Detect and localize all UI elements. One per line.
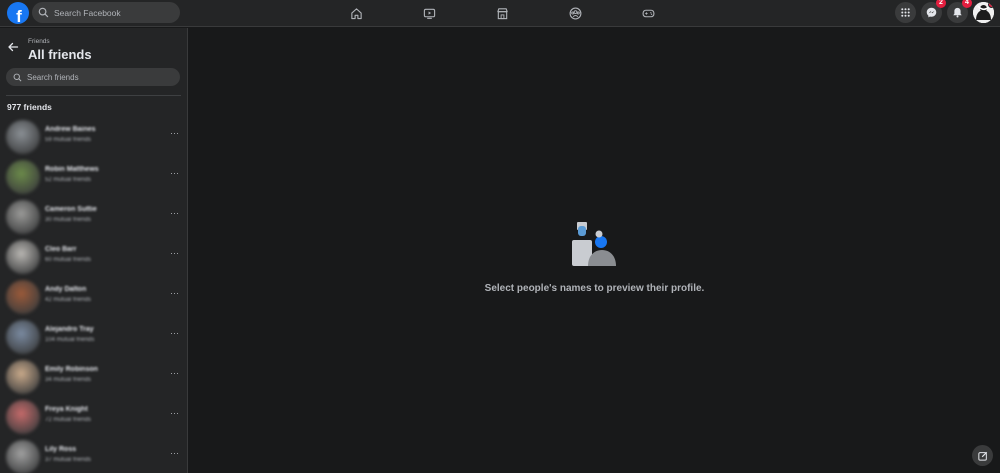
friend-mutual-count: 37 mutual friends — [45, 457, 92, 463]
compose-icon — [977, 451, 987, 461]
messenger-button[interactable]: 2 — [921, 0, 946, 23]
friend-name[interactable]: Freya Knight — [45, 406, 88, 413]
marketplace-icon — [497, 8, 508, 20]
friend-mutual-count: 34 mutual friends — [45, 377, 92, 383]
friend-mutual-count: 42 mutual friends — [45, 297, 92, 303]
friend-name[interactable]: Emily Robinson — [45, 366, 98, 373]
nav-watch[interactable] — [393, 0, 466, 27]
friend-avatar[interactable] — [6, 360, 40, 394]
friends-search-bar[interactable] — [6, 68, 180, 86]
account-avatar[interactable] — [973, 2, 994, 23]
friend-mutual-count: 30 mutual friends — [45, 217, 92, 223]
home-icon — [351, 8, 362, 20]
friend-mutual-count: 104 mutual friends — [45, 337, 95, 343]
friend-list-item[interactable]: Freya Knight 72 mutual friends ··· — [0, 397, 187, 437]
notifications-badge: 4 — [962, 0, 972, 8]
account-alert-dot — [988, 2, 994, 8]
more-options-icon[interactable]: ··· — [170, 448, 179, 458]
grid-menu-icon — [901, 8, 910, 17]
nav-groups[interactable] — [539, 0, 612, 27]
friend-mutual-count: 60 mutual friends — [45, 257, 92, 263]
messenger-icon — [926, 7, 937, 18]
friend-name[interactable]: Alejandro Tray — [45, 326, 94, 333]
friend-name[interactable]: Robin Matthews — [45, 166, 99, 173]
friend-list-item[interactable]: Robin Matthews 52 mutual friends ··· — [0, 157, 187, 197]
more-options-icon[interactable]: ··· — [170, 248, 179, 258]
search-icon — [13, 73, 22, 81]
friend-avatar[interactable] — [6, 160, 40, 194]
friends-search-input[interactable] — [27, 72, 177, 82]
friend-mutual-count: 72 mutual friends — [45, 417, 92, 423]
more-options-icon[interactable]: ··· — [170, 328, 179, 338]
friend-list-item[interactable]: Emily Robinson 34 mutual friends ··· — [0, 357, 187, 397]
friend-mutual-count: 52 mutual friends — [45, 177, 92, 183]
friend-avatar[interactable] — [6, 200, 40, 234]
friend-avatar[interactable] — [6, 320, 40, 354]
friends-count: 977 friends — [7, 102, 52, 112]
friend-list-item[interactable]: Andy Dalton 42 mutual friends ··· — [0, 277, 187, 317]
more-options-icon[interactable]: ··· — [170, 128, 179, 138]
account-controls: 2 4 — [895, 0, 994, 23]
select-friend-illustration — [572, 222, 616, 266]
main-navigation — [320, 0, 685, 27]
bell-icon — [953, 7, 962, 18]
more-options-icon[interactable]: ··· — [170, 168, 179, 178]
friend-name[interactable]: Andrew Baines — [45, 126, 96, 133]
friends-sidebar: Friends All friends 977 friends Andrew B… — [0, 28, 188, 473]
nav-home[interactable] — [320, 0, 393, 27]
facebook-logo[interactable]: f — [7, 2, 29, 24]
nav-marketplace[interactable] — [466, 0, 539, 27]
friend-list-item[interactable]: Cleo Barr 60 mutual friends ··· — [0, 237, 187, 277]
more-options-icon[interactable]: ··· — [170, 408, 179, 418]
more-options-icon[interactable]: ··· — [170, 208, 179, 218]
top-navigation-bar: f 2 — [0, 0, 1000, 27]
facebook-search-input[interactable] — [54, 7, 174, 18]
preview-prompt: Select people's names to preview their p… — [484, 283, 705, 294]
friend-avatar[interactable] — [6, 120, 40, 154]
friend-list-item[interactable]: Andrew Baines 59 mutual friends ··· — [0, 117, 187, 157]
more-options-icon[interactable]: ··· — [170, 368, 179, 378]
friend-name[interactable]: Cleo Barr — [45, 246, 77, 253]
page-title: All friends — [28, 47, 92, 62]
friend-avatar[interactable] — [6, 280, 40, 314]
divider — [6, 95, 181, 96]
friend-avatar[interactable] — [6, 240, 40, 274]
friend-avatar[interactable] — [6, 400, 40, 434]
friend-mutual-count: 59 mutual friends — [45, 137, 92, 143]
friend-avatar[interactable] — [6, 440, 40, 473]
more-options-icon[interactable]: ··· — [170, 288, 179, 298]
nav-gaming[interactable] — [612, 0, 685, 27]
groups-icon — [569, 7, 582, 20]
watch-icon — [423, 8, 436, 19]
search-icon — [38, 7, 49, 18]
notifications-button[interactable]: 4 — [947, 0, 972, 23]
friend-name[interactable]: Andy Dalton — [45, 286, 86, 293]
friend-name[interactable]: Lily Ross — [45, 446, 76, 453]
friends-list: Andrew Baines 59 mutual friends ··· Robin M… — [0, 117, 187, 473]
messenger-badge: 2 — [936, 0, 946, 8]
friend-list-item[interactable]: Lily Ross 37 mutual friends ··· — [0, 437, 187, 473]
facebook-search-bar[interactable] — [32, 2, 180, 23]
friend-list-item[interactable]: Alejandro Tray 104 mutual friends ··· — [0, 317, 187, 357]
friend-name[interactable]: Cameron Suttie — [45, 206, 97, 213]
profile-preview-pane: Select people's names to preview their p… — [189, 28, 1000, 473]
friend-list-item[interactable]: Cameron Suttie 30 mutual friends ··· — [0, 197, 187, 237]
menu-button[interactable] — [895, 2, 916, 23]
back-arrow-icon[interactable] — [7, 41, 19, 53]
gaming-icon — [642, 9, 655, 18]
breadcrumb[interactable]: Friends — [28, 38, 50, 45]
new-message-button[interactable] — [972, 445, 993, 466]
